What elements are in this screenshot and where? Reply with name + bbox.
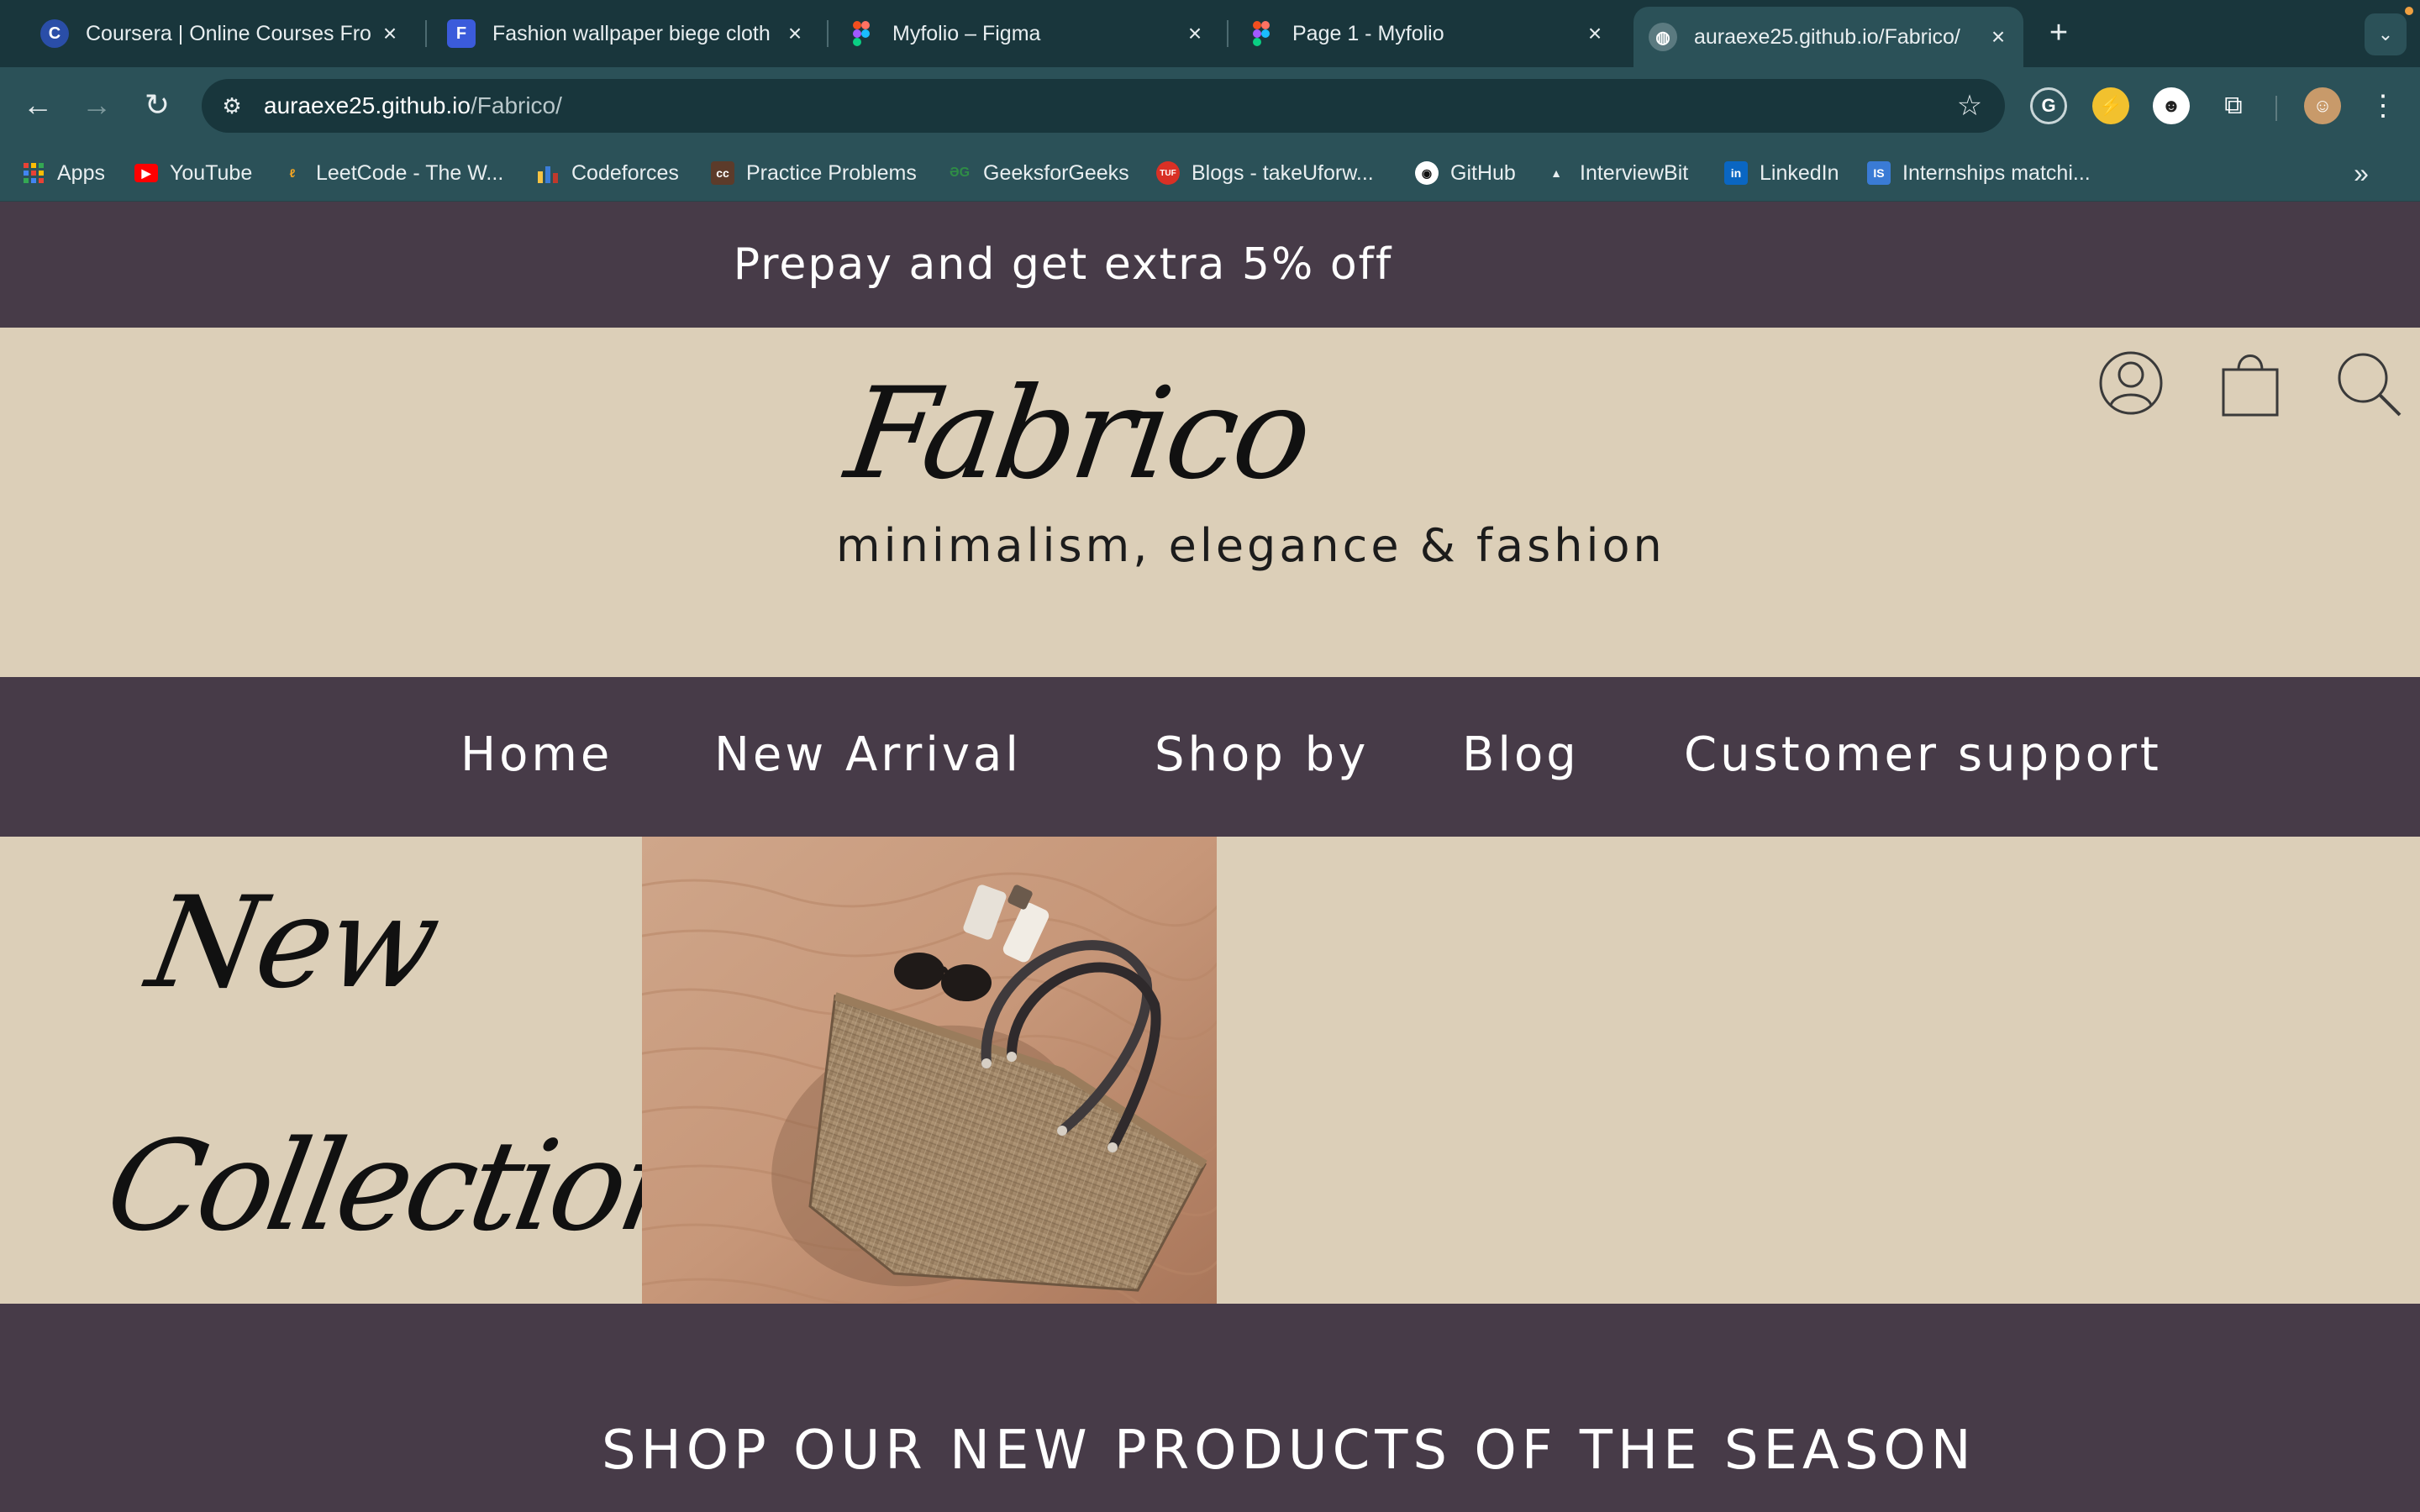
more-bookmarks-icon[interactable]: »: [2344, 156, 2378, 190]
account-icon[interactable]: [2096, 344, 2166, 420]
codeforces-icon: [536, 161, 560, 185]
url-path: /Fabrico/: [470, 92, 562, 118]
tab-page1-myfolio[interactable]: Page 1 - Myfolio ×: [1232, 8, 1620, 59]
close-tab-icon[interactable]: ×: [1180, 18, 1210, 49]
bookmark-github[interactable]: ◉ GitHub: [1415, 144, 1516, 202]
bookmarks-bar: Apps ▶ YouTube ℓ LeetCode - The W... Cod…: [0, 144, 2420, 202]
interviewbit-icon: ▲: [1550, 166, 1562, 180]
github-icon: ◉: [1415, 161, 1439, 185]
url-host: auraexe25.github.io: [264, 92, 471, 118]
close-tab-icon[interactable]: ×: [1580, 18, 1610, 49]
forward-button[interactable]: →: [76, 84, 118, 126]
tab-search-button[interactable]: ⌄: [2365, 13, 2407, 55]
extension-bolt-icon[interactable]: ⚡: [2092, 87, 2129, 124]
tab-title: Myfolio – Figma: [892, 21, 1041, 45]
address-bar[interactable]: ⚙ auraexe25.github.io/Fabrico/ ☆: [202, 79, 2005, 133]
takeuforward-icon: TUF: [1156, 161, 1180, 185]
bookmark-label: LinkedIn: [1760, 160, 1839, 185]
bookmark-label: InterviewBit: [1580, 160, 1689, 185]
shopping-bag-icon[interactable]: [2215, 344, 2286, 420]
globe-icon: ◍: [1649, 23, 1677, 51]
hero-product-image[interactable]: [642, 837, 1217, 1304]
tab-separator: [1227, 20, 1228, 47]
promo-text: Prepay and get extra 5% off: [733, 239, 1393, 290]
site-tagline: minimalism, elegance & fashion: [836, 519, 1665, 572]
youtube-icon: ▶: [134, 164, 158, 182]
bookmark-codeforces[interactable]: Codeforces: [536, 144, 679, 202]
bookmark-youtube[interactable]: ▶ YouTube: [134, 144, 252, 202]
bookmark-geeksforgeeks[interactable]: ƏG GeeksforGeeks: [948, 144, 1129, 202]
back-button[interactable]: ←: [17, 84, 59, 126]
bookmark-practice-problems[interactable]: cc Practice Problems: [711, 144, 917, 202]
bookmark-label: Apps: [57, 160, 105, 185]
hero-title-line2: Collection: [96, 1114, 709, 1258]
site-info-icon[interactable]: ⚙: [217, 91, 247, 121]
bookmark-takeuforward[interactable]: TUF Blogs - takeUforw...: [1156, 144, 1374, 202]
extensions-puzzle-icon[interactable]: ⧉: [2215, 87, 2252, 124]
nav-home[interactable]: Home: [460, 727, 613, 782]
leetcode-icon: ℓ: [289, 166, 296, 180]
bookmark-star-icon[interactable]: ☆: [1951, 87, 1988, 124]
close-tab-icon[interactable]: ×: [1983, 22, 2013, 52]
toolbar-divider: [2275, 96, 2277, 121]
nav-shop-by[interactable]: Shop by: [1155, 727, 1369, 782]
hero-section: New Collection: [0, 837, 2420, 1304]
profile-avatar-icon[interactable]: ☺: [2304, 87, 2341, 124]
browser-toolbar: ← → ↻ ⚙ auraexe25.github.io/Fabrico/ ☆ G…: [0, 67, 2420, 144]
bookmark-leetcode[interactable]: ℓ LeetCode - The W...: [281, 144, 504, 202]
main-navigation: Home New Arrival Shop by Blog Customer s…: [0, 677, 2420, 837]
nav-blog[interactable]: Blog: [1462, 727, 1580, 782]
bookmark-internships[interactable]: IS Internships matchi...: [1867, 144, 2091, 202]
bookmark-label: LeetCode - The W...: [316, 160, 504, 185]
hero-title-line1: New: [138, 870, 447, 1016]
season-section-title: SHOP OUR NEW PRODUCTS OF THE SEASON: [602, 1420, 1976, 1482]
site-logo[interactable]: Fabrico: [839, 361, 1318, 507]
close-tab-icon[interactable]: ×: [780, 18, 810, 49]
internshala-icon: IS: [1867, 161, 1891, 185]
bookmark-label: Internships matchi...: [1902, 160, 2091, 185]
geeksforgeeks-icon: ƏG: [949, 165, 971, 180]
browser-menu-icon[interactable]: ⋮: [2365, 87, 2402, 124]
search-icon[interactable]: [2333, 344, 2403, 420]
bookmark-label: GitHub: [1450, 160, 1516, 185]
bookmark-apps[interactable]: Apps: [22, 144, 105, 202]
tab-strip: C Coursera | Online Courses Fro × F Fash…: [0, 0, 2420, 67]
tab-fashion-wallpaper[interactable]: F Fashion wallpaper biege cloth ×: [432, 8, 820, 59]
tab-separator: [827, 20, 829, 47]
apps-grid-icon: [22, 161, 45, 185]
tab-myfolio-figma[interactable]: Myfolio – Figma ×: [832, 8, 1220, 59]
bookmark-label: Codeforces: [571, 160, 679, 185]
bookmark-label: Practice Problems: [746, 160, 917, 185]
close-tab-icon[interactable]: ×: [375, 18, 405, 49]
figma-icon: [847, 19, 876, 48]
nav-new-arrival[interactable]: New Arrival: [714, 727, 1022, 782]
coursera-icon: C: [40, 19, 69, 48]
update-indicator: [2405, 7, 2413, 15]
tab-coursera[interactable]: C Coursera | Online Courses Fro ×: [25, 8, 415, 59]
grammarly-icon[interactable]: G: [2030, 87, 2067, 124]
document-icon: F: [447, 19, 476, 48]
tab-title: Fashion wallpaper biege cloth: [492, 21, 771, 45]
extension-avatar-icon[interactable]: ☻: [2153, 87, 2190, 124]
bookmark-label: GeeksforGeeks: [983, 160, 1129, 185]
bookmark-interviewbit[interactable]: ▲ InterviewBit: [1544, 144, 1688, 202]
codechef-icon: cc: [711, 161, 734, 185]
url-text[interactable]: auraexe25.github.io/Fabrico/: [264, 79, 562, 133]
season-section: SHOP OUR NEW PRODUCTS OF THE SEASON: [0, 1304, 2420, 1512]
nav-customer-support[interactable]: Customer support: [1684, 727, 2162, 782]
tab-fabrico[interactable]: ◍ auraexe25.github.io/Fabrico/ ×: [1634, 7, 2023, 67]
bookmark-label: Blogs - takeUforw...: [1192, 160, 1374, 185]
tab-title: Coursera | Online Courses Fro: [86, 21, 371, 45]
new-tab-button[interactable]: +: [2040, 15, 2077, 52]
tab-title: Page 1 - Myfolio: [1292, 21, 1444, 45]
bookmark-label: YouTube: [170, 160, 253, 185]
reload-button[interactable]: ↻: [136, 84, 178, 126]
bookmark-linkedin[interactable]: in LinkedIn: [1724, 144, 1839, 202]
tab-separator: [425, 20, 427, 47]
tab-title: auraexe25.github.io/Fabrico/: [1694, 24, 1960, 49]
promo-banner: Prepay and get extra 5% off: [0, 202, 2420, 328]
figma-icon: [1247, 19, 1276, 48]
linkedin-icon: in: [1724, 161, 1748, 185]
site-header: Fabrico minimalism, elegance & fashion: [0, 328, 2420, 677]
